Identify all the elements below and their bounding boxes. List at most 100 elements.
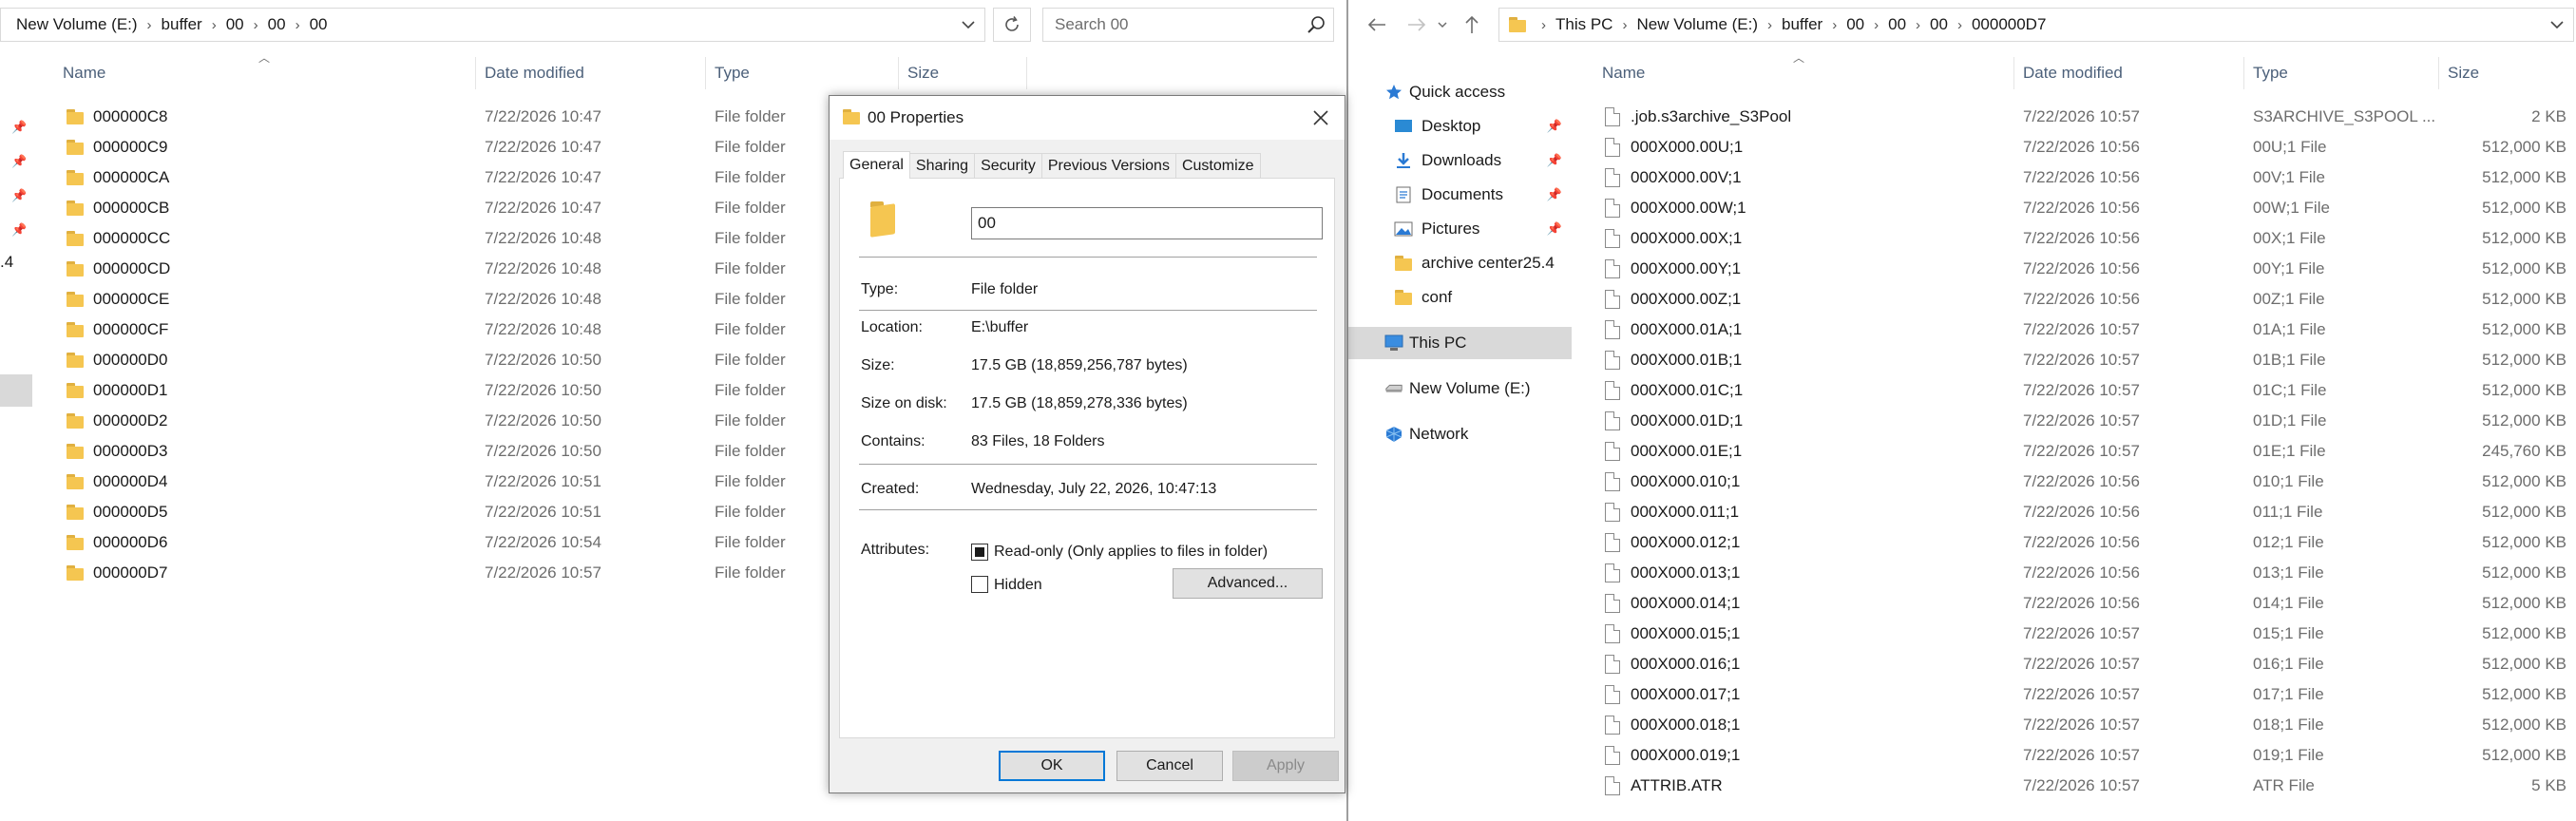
column-divider[interactable]	[2243, 57, 2244, 89]
star-icon	[1384, 84, 1403, 101]
breadcrumb-item[interactable]: This PC	[1555, 15, 1612, 34]
breadcrumb-item[interactable]: New Volume (E:)	[1636, 15, 1758, 34]
close-button[interactable]	[1305, 102, 1337, 134]
list-item[interactable]: .job.s3archive_S3Pool 7/22/2026 10:57 S3…	[1576, 102, 2576, 132]
tab-sharing[interactable]: Sharing	[908, 153, 976, 178]
list-item[interactable]: 000X000.010;1 7/22/2026 10:56 010;1 File…	[1576, 467, 2576, 497]
search-input[interactable]: Search 00	[1042, 8, 1334, 42]
column-header-size[interactable]: Size	[2448, 57, 2479, 89]
list-item[interactable]: 000X000.017;1 7/22/2026 10:57 017;1 File…	[1576, 679, 2576, 710]
list-item[interactable]: 000X000.01E;1 7/22/2026 10:57 01E;1 File…	[1576, 436, 2576, 467]
nav-item-documents[interactable]: Documents 📌	[1348, 179, 1572, 211]
file-date: 7/22/2026 10:47	[485, 138, 601, 156]
hidden-label[interactable]: Hidden	[994, 577, 1042, 594]
list-item[interactable]: ATTRIB.ATR 7/22/2026 10:57 ATR File 5 KB	[1576, 771, 2576, 801]
ok-button[interactable]: OK	[999, 751, 1105, 781]
file-date: 7/22/2026 10:57	[2023, 655, 2140, 673]
up-button[interactable]	[1457, 10, 1487, 40]
breadcrumb-item[interactable]: 00	[1930, 15, 1948, 34]
file-icon	[1605, 563, 1620, 582]
back-button[interactable]	[1362, 10, 1392, 40]
column-header-type[interactable]: Type	[2253, 57, 2288, 89]
breadcrumb-item[interactable]: buffer	[162, 15, 202, 34]
tab-customize[interactable]: Customize	[1174, 153, 1261, 178]
column-divider[interactable]	[898, 57, 899, 89]
list-item[interactable]: 000X000.011;1 7/22/2026 10:56 011;1 File…	[1576, 497, 2576, 527]
list-item[interactable]: 000X000.01C;1 7/22/2026 10:57 01C;1 File…	[1576, 375, 2576, 406]
list-item[interactable]: 000X000.019;1 7/22/2026 10:57 019;1 File…	[1576, 740, 2576, 771]
file-name: 000000D6	[93, 533, 168, 551]
breadcrumb-separator-icon: ›	[211, 16, 217, 33]
readonly-checkbox[interactable]	[971, 544, 988, 561]
list-item[interactable]: 000X000.00Y;1 7/22/2026 10:56 00Y;1 File…	[1576, 254, 2576, 284]
list-item[interactable]: 000X000.00Z;1 7/22/2026 10:56 00Z;1 File…	[1576, 284, 2576, 315]
breadcrumb-item[interactable]: 00	[268, 15, 286, 34]
column-header-name[interactable]: Name	[1602, 57, 1645, 89]
tab-previous-versions[interactable]: Previous Versions	[1040, 153, 1176, 178]
file-name: 000000CC	[93, 229, 171, 247]
column-header-name[interactable]: Name	[63, 57, 105, 89]
list-item[interactable]: 000X000.00V;1 7/22/2026 10:56 00V;1 File…	[1576, 162, 2576, 193]
file-name: 000000C9	[93, 138, 168, 156]
list-item[interactable]: 000X000.014;1 7/22/2026 10:56 014;1 File…	[1576, 588, 2576, 619]
breadcrumb-item[interactable]: 00	[310, 15, 328, 34]
column-divider[interactable]	[2013, 57, 2014, 89]
breadcrumb-item[interactable]: buffer	[1782, 15, 1822, 34]
breadcrumb-item[interactable]: New Volume (E:)	[16, 15, 138, 34]
address-bar[interactable]: › This PC › New Volume (E:) › buffer › 0…	[1498, 8, 2574, 42]
chevron-down-icon[interactable]	[952, 9, 984, 41]
list-item[interactable]: 000X000.013;1 7/22/2026 10:56 013;1 File…	[1576, 558, 2576, 588]
recent-locations-button[interactable]	[1434, 10, 1451, 40]
nav-item-quick-access[interactable]: Quick access	[1348, 76, 1572, 108]
column-divider[interactable]	[475, 57, 476, 89]
refresh-icon	[1005, 16, 1019, 31]
column-divider[interactable]	[2438, 57, 2439, 89]
chevron-down-icon[interactable]	[2541, 9, 2573, 41]
readonly-label[interactable]: Read-only (Only applies to files in fold…	[994, 544, 1268, 561]
list-item[interactable]: 000X000.00X;1 7/22/2026 10:56 00X;1 File…	[1576, 223, 2576, 254]
list-item[interactable]: 000X000.00U;1 7/22/2026 10:56 00U;1 File…	[1576, 132, 2576, 162]
tab-general[interactable]: General	[843, 151, 910, 179]
column-divider[interactable]	[705, 57, 706, 89]
apply-button[interactable]: Apply	[1232, 751, 1339, 781]
file-icon	[1605, 624, 1620, 643]
breadcrumb-item[interactable]: 00	[226, 15, 244, 34]
nav-item-conf[interactable]: conf	[1348, 281, 1572, 314]
breadcrumb-item[interactable]: 000000D7	[1972, 15, 2046, 34]
nav-item-pictures[interactable]: Pictures 📌	[1348, 213, 1572, 245]
column-divider[interactable]	[1026, 57, 1027, 89]
column-header-date[interactable]: Date modified	[2023, 57, 2123, 89]
nav-item-downloads[interactable]: Downloads 📌	[1348, 144, 1572, 177]
file-icon	[1605, 776, 1620, 795]
advanced-button[interactable]: Advanced...	[1173, 568, 1323, 599]
list-item[interactable]: 000X000.012;1 7/22/2026 10:56 012;1 File…	[1576, 527, 2576, 558]
list-item[interactable]: 000X000.00W;1 7/22/2026 10:56 00W;1 File…	[1576, 193, 2576, 223]
list-item[interactable]: 000X000.01A;1 7/22/2026 10:57 01A;1 File…	[1576, 315, 2576, 345]
list-item[interactable]: 000X000.01D;1 7/22/2026 10:57 01D;1 File…	[1576, 406, 2576, 436]
nav-item-desktop[interactable]: Desktop 📌	[1348, 110, 1572, 143]
folder-name-input[interactable]: 00	[971, 207, 1323, 239]
nav-item-archive[interactable]: archive center25.4	[1348, 247, 1572, 279]
address-bar[interactable]: New Volume (E:) › buffer › 00 › 00 › 00	[0, 8, 985, 42]
dialog-title-bar[interactable]: 00 Properties	[830, 96, 1345, 140]
cancel-button[interactable]: Cancel	[1116, 751, 1223, 781]
file-type: File folder	[715, 199, 786, 217]
list-item[interactable]: 000X000.01B;1 7/22/2026 10:57 01B;1 File…	[1576, 345, 2576, 375]
column-header-date[interactable]: Date modified	[485, 57, 584, 89]
nav-item-network[interactable]: Network	[1348, 418, 1572, 450]
separator	[859, 464, 1317, 465]
column-header-type[interactable]: Type	[715, 57, 750, 89]
list-item[interactable]: 000X000.018;1 7/22/2026 10:57 018;1 File…	[1576, 710, 2576, 740]
column-header-size[interactable]: Size	[907, 57, 939, 89]
hidden-checkbox[interactable]	[971, 576, 988, 593]
breadcrumb-item[interactable]: 00	[1846, 15, 1864, 34]
forward-button[interactable]	[1402, 10, 1432, 40]
nav-item-this-pc[interactable]: This PC	[1348, 327, 1572, 359]
breadcrumb-item[interactable]: 00	[1888, 15, 1906, 34]
list-item[interactable]: 000X000.016;1 7/22/2026 10:57 016;1 File…	[1576, 649, 2576, 679]
nav-item-new-volume[interactable]: New Volume (E:)	[1348, 372, 1572, 405]
tab-security[interactable]: Security	[974, 153, 1042, 178]
file-type: File folder	[715, 229, 786, 247]
refresh-button[interactable]	[993, 8, 1031, 42]
list-item[interactable]: 000X000.015;1 7/22/2026 10:57 015;1 File…	[1576, 619, 2576, 649]
